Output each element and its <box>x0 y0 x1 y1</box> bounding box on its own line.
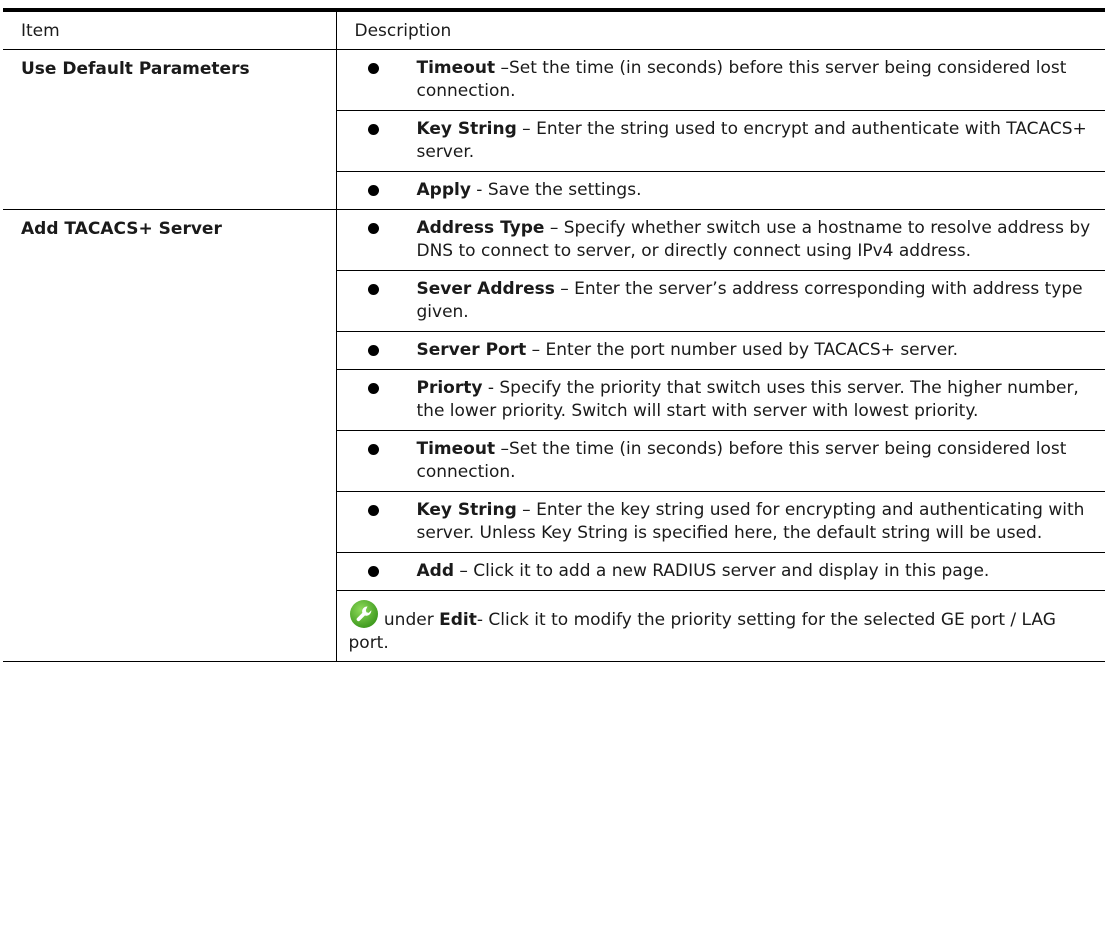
bullet-icon <box>337 118 417 164</box>
bullet-term: Key String <box>416 119 517 139</box>
bullet-icon <box>337 499 417 545</box>
item-add-tacacs-server: Add TACACS+ Server <box>3 209 336 662</box>
edit-term: Edit <box>439 610 477 630</box>
list-item: Apply - Save the settings. <box>336 171 1105 209</box>
bullet-icon <box>337 377 417 423</box>
bullet-text: –Set the time (in seconds) before this s… <box>416 58 1067 101</box>
list-item: Priorty - Specify the priority that swit… <box>336 369 1105 430</box>
bullet-text: – Enter the port number used by TACACS+ … <box>526 340 958 360</box>
wrench-icon <box>349 600 378 628</box>
bullet-text: - Save the settings. <box>470 180 642 200</box>
bullet-term: Add <box>416 561 455 581</box>
description-cell: Timeout –Set the time (in seconds) befor… <box>335 49 1106 210</box>
bullet-text: –Set the time (in seconds) before this s… <box>416 439 1067 482</box>
bullet-term: Timeout <box>416 439 496 459</box>
edit-prefix: under <box>383 610 440 630</box>
header-item: Item <box>3 10 336 50</box>
bullet-term: Apply <box>416 180 471 200</box>
list-item: Timeout –Set the time (in seconds) befor… <box>337 50 1106 110</box>
bullet-icon <box>337 278 417 324</box>
table-row: Add TACACS+ Server Address Type – Specif… <box>3 209 1106 662</box>
bullet-term: Address Type <box>416 218 545 238</box>
parameter-table: Item Description Use Default Parameters … <box>3 8 1105 662</box>
bullet-text: – Enter the key string used for encrypti… <box>416 500 1085 543</box>
list-item: Key String – Enter the string used to en… <box>336 110 1105 171</box>
list-item: Sever Address – Enter the server’s addre… <box>336 270 1105 331</box>
bullet-icon <box>337 438 417 484</box>
list-item: Server Port – Enter the port number used… <box>336 331 1105 369</box>
item-use-default-parameters: Use Default Parameters <box>3 49 336 210</box>
bullet-icon <box>337 179 417 202</box>
bullet-icon <box>337 560 417 583</box>
table-header-row: Item Description <box>3 10 1105 50</box>
description-cell: Address Type – Specify whether switch us… <box>335 209 1106 662</box>
bullet-icon <box>337 217 417 263</box>
list-item: Address Type – Specify whether switch us… <box>337 210 1106 270</box>
edit-note: under Edit- Click it to modify the prior… <box>336 590 1105 661</box>
list-item: Key String – Enter the key string used f… <box>336 491 1105 552</box>
table-row: Use Default Parameters Timeout –Set the … <box>3 49 1106 210</box>
list-item: Add – Click it to add a new RADIUS serve… <box>336 552 1105 590</box>
bullet-icon <box>337 57 417 103</box>
bullet-icon <box>337 339 417 362</box>
bullet-text: – Enter the string used to encrypt and a… <box>416 119 1087 162</box>
header-description: Description <box>335 10 1105 50</box>
bullet-term: Timeout <box>416 58 496 78</box>
bullet-term: Sever Address <box>416 279 555 299</box>
bullet-term: Priorty <box>416 378 483 398</box>
bullet-term: Server Port <box>416 340 527 360</box>
bullet-text: - Specify the priority that switch uses … <box>416 378 1079 421</box>
bullet-term: Key String <box>416 500 517 520</box>
list-item: Timeout –Set the time (in seconds) befor… <box>336 430 1105 491</box>
bullet-text: – Click it to add a new RADIUS server an… <box>454 561 990 581</box>
